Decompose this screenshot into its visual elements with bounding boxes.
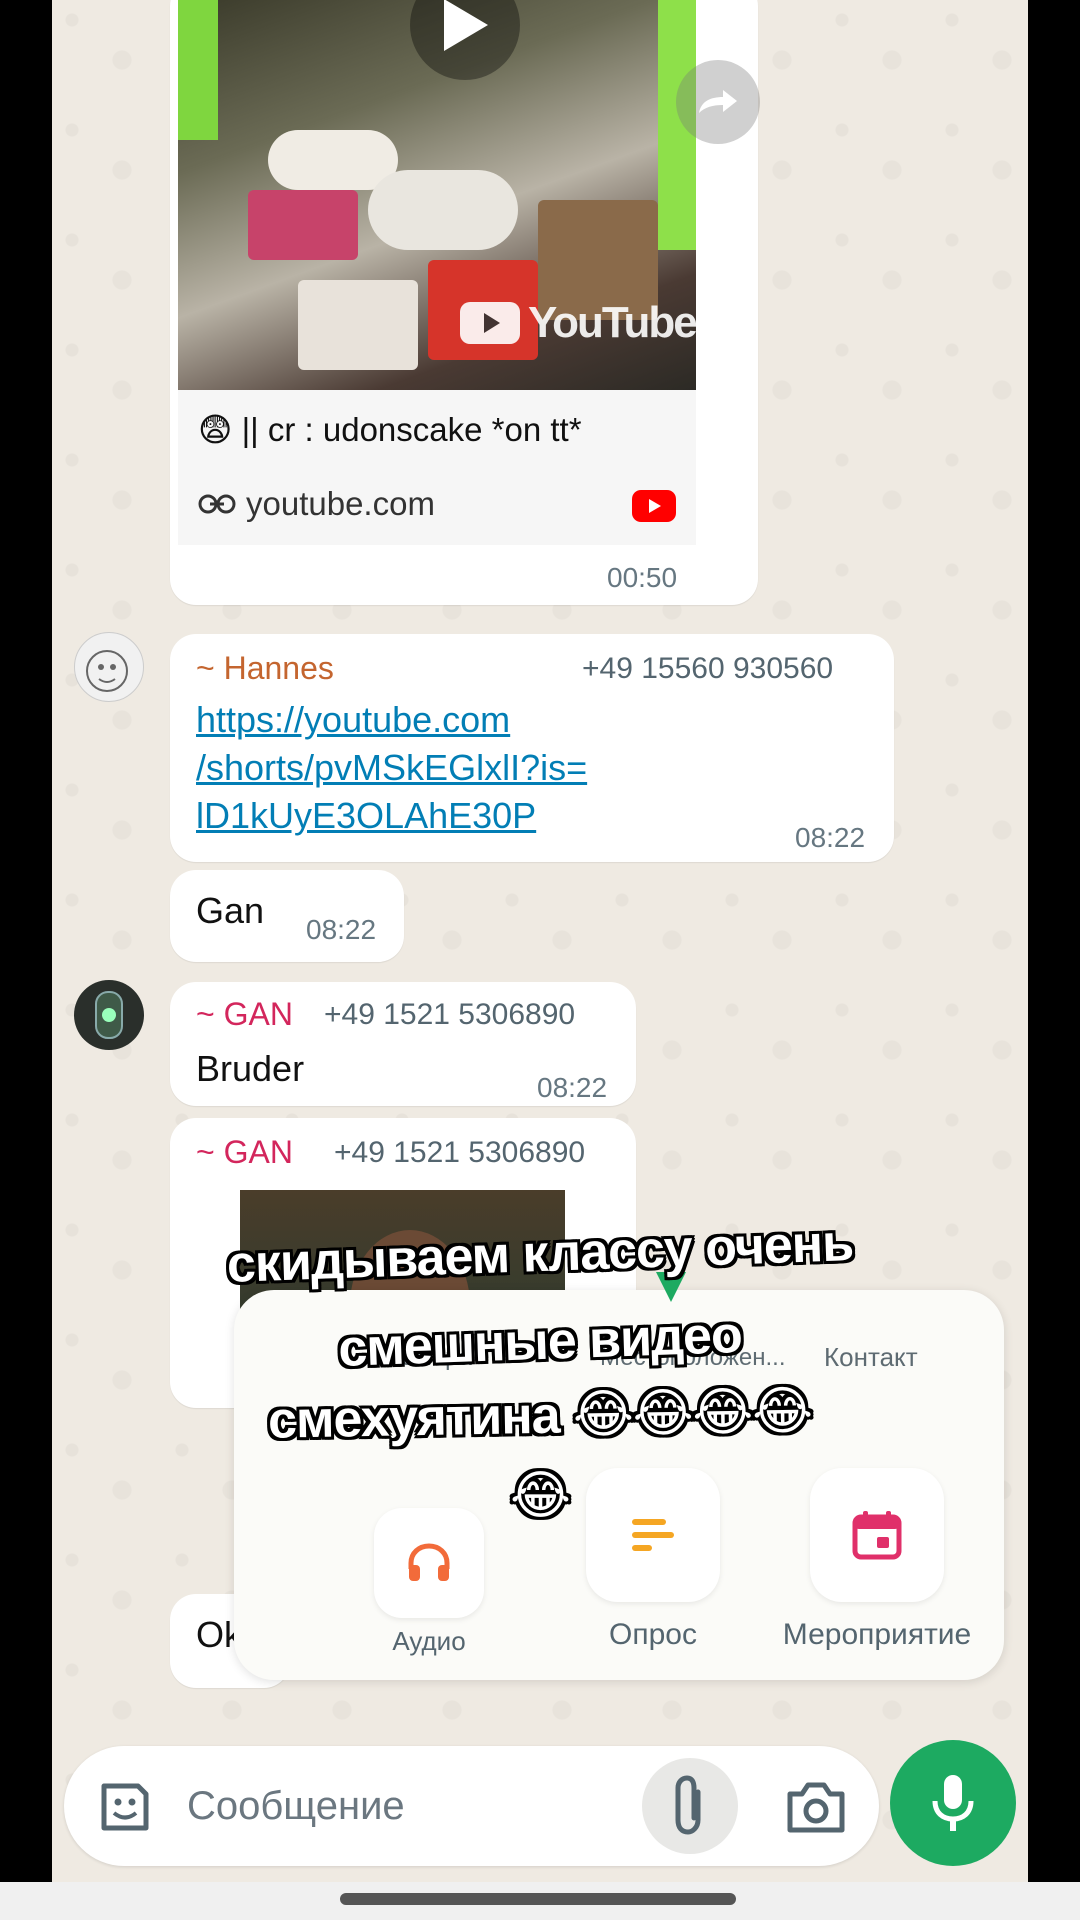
- avatar[interactable]: [74, 632, 144, 702]
- sender-name[interactable]: ~ GAN: [196, 1134, 293, 1171]
- watermark-text: YouTube: [528, 298, 696, 347]
- avatar[interactable]: [74, 980, 144, 1050]
- link-line[interactable]: /shorts/pvMSkEGlxlI?is=: [196, 744, 587, 792]
- sender-phone: +49 1521 5306890: [324, 998, 576, 1031]
- link-preview-domain: youtube.com: [198, 485, 435, 523]
- domain-text: youtube.com: [246, 485, 435, 522]
- attach-label-poll: Опрос: [609, 1618, 697, 1651]
- thumbnail-decor: [298, 280, 418, 370]
- link-preview-thumbnail[interactable]: YouTube: [178, 0, 696, 390]
- avatar-sketch-icon: [86, 650, 128, 692]
- link-line[interactable]: https://youtube.com: [196, 696, 587, 744]
- message-input[interactable]: Сообщение: [187, 1784, 405, 1829]
- thumbnail-decor: [178, 0, 218, 140]
- left-letterbox: [0, 0, 52, 1920]
- right-letterbox: [1028, 0, 1080, 1920]
- message-time: 00:50: [607, 562, 678, 593]
- thumbnail-decor: [368, 170, 518, 250]
- home-indicator[interactable]: [340, 1893, 736, 1905]
- youtube-logo-icon: [460, 302, 520, 344]
- forward-button[interactable]: [676, 60, 760, 144]
- headphones-icon: [408, 1543, 450, 1581]
- link-icon: [198, 494, 236, 514]
- sender-name[interactable]: ~ Hannes: [196, 650, 334, 687]
- microphone-icon: [932, 1775, 974, 1831]
- play-icon: [444, 0, 488, 51]
- message-text: Gan: [196, 890, 265, 931]
- voice-message-button[interactable]: [890, 1740, 1016, 1866]
- caption-line: 😂: [510, 1467, 571, 1525]
- paperclip-icon: [675, 1775, 701, 1835]
- sender-phone: +49 15560 930560: [582, 652, 834, 685]
- thumbnail-decor: [248, 190, 358, 260]
- link-preview-title: 😨 || cr : udonscake *on tt*: [198, 411, 582, 448]
- link-line[interactable]: lD1kUyE3OLAhE30P: [196, 792, 587, 840]
- message-text: Bruder: [196, 1048, 305, 1089]
- message-time: 08:22: [537, 1072, 608, 1103]
- camera-button[interactable]: [786, 1780, 846, 1839]
- attach-label-event: Мероприятие: [782, 1618, 972, 1651]
- message-input-bar[interactable]: Сообщение: [64, 1746, 879, 1866]
- sticker-icon[interactable]: [98, 1780, 152, 1839]
- camera-icon: [787, 1782, 845, 1833]
- sender-name[interactable]: ~ GAN: [196, 996, 293, 1033]
- avatar-image-icon: [95, 991, 123, 1039]
- attach-button[interactable]: [642, 1758, 738, 1854]
- message-time: 08:22: [306, 914, 377, 945]
- play-button[interactable]: [410, 0, 520, 80]
- forward-icon: [699, 90, 737, 113]
- message-link[interactable]: https://youtube.com /shorts/pvMSkEGlxlI?…: [196, 696, 587, 840]
- youtube-icon: [632, 490, 676, 522]
- attach-label-audio: Аудио: [392, 1626, 466, 1656]
- youtube-watermark: YouTube: [460, 298, 696, 348]
- sender-phone: +49 1521 5306890: [334, 1136, 586, 1169]
- message-time: 08:22: [795, 822, 866, 853]
